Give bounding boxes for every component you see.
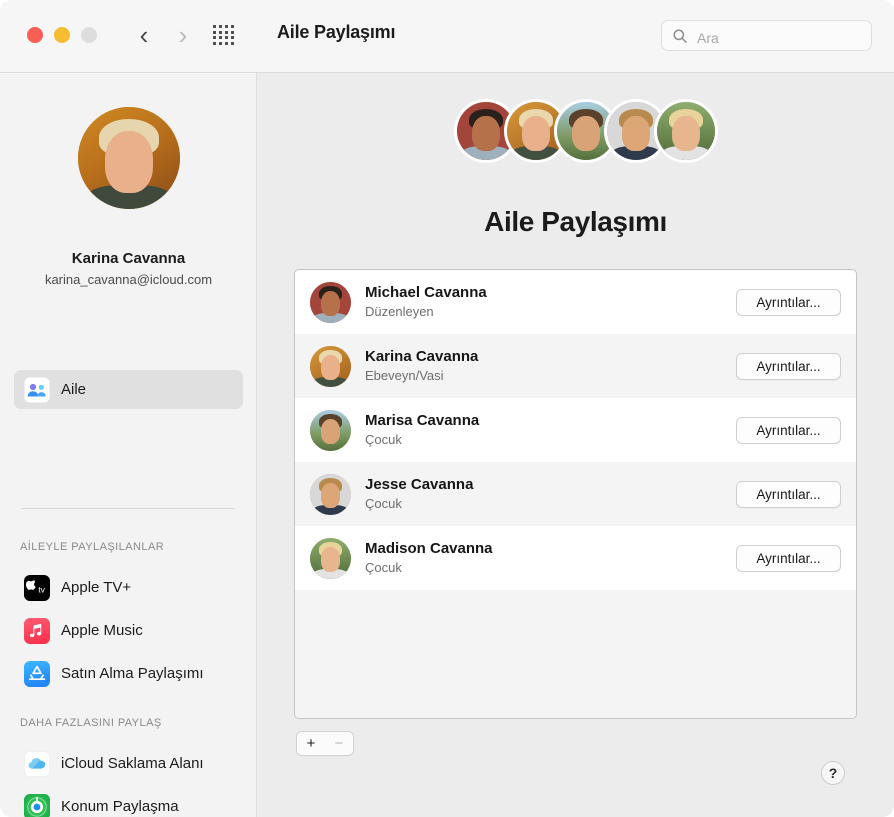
cluster-avatar-madison xyxy=(654,99,718,163)
member-role: Çocuk xyxy=(365,559,736,577)
account-email: karina_cavanna@icloud.com xyxy=(0,272,257,287)
window-titlebar: ‹ › Aile Paylaşımı xyxy=(0,0,894,73)
main-title: Aile Paylaşımı xyxy=(257,206,894,238)
member-name: Jesse Cavanna xyxy=(365,475,736,494)
member-role: Ebeveyn/Vasi xyxy=(365,367,736,385)
sidebar-item-label: Konum Paylaşma xyxy=(61,798,179,815)
table-row[interactable]: Jesse Cavanna Çocuk Ayrıntılar... xyxy=(295,462,856,526)
avatar xyxy=(310,474,351,515)
member-role: Düzenleyen xyxy=(365,303,736,321)
sidebar-item-aile[interactable]: Aile xyxy=(14,370,243,409)
search-field[interactable] xyxy=(661,20,872,51)
minimize-window-button[interactable] xyxy=(54,27,70,43)
details-button[interactable]: Ayrıntılar... xyxy=(736,545,841,572)
member-name: Marisa Cavanna xyxy=(365,411,736,430)
sidebar-item-label: Aile xyxy=(61,381,86,398)
table-row[interactable]: Michael Cavanna Düzenleyen Ayrıntılar... xyxy=(295,270,856,334)
sidebar-item-label: Satın Alma Paylaşımı xyxy=(61,665,204,682)
family-member-list: Michael Cavanna Düzenleyen Ayrıntılar...… xyxy=(294,269,857,719)
table-row[interactable]: Madison Cavanna Çocuk Ayrıntılar... xyxy=(295,526,856,590)
list-empty-area xyxy=(295,590,856,719)
sidebar-section-header-more: DAHA FAZLASINI PAYLAŞ xyxy=(20,717,162,729)
find-my-icon xyxy=(24,794,50,817)
sidebar-item-icloud-storage[interactable]: iCloud Saklama Alanı xyxy=(14,744,243,783)
family-sharing-window: ‹ › Aile Paylaşımı Karina C xyxy=(0,0,894,817)
sidebar-item-apple-music[interactable]: Apple Music xyxy=(14,611,243,650)
forward-chevron-icon[interactable]: › xyxy=(169,20,197,50)
details-button[interactable]: Ayrıntılar... xyxy=(736,481,841,508)
family-icon xyxy=(24,377,50,403)
apple-tv-icon: tv xyxy=(24,575,50,601)
avatar xyxy=(310,410,351,451)
add-member-button[interactable]: + xyxy=(297,732,325,755)
table-row[interactable]: Karina Cavanna Ebeveyn/Vasi Ayrıntılar..… xyxy=(295,334,856,398)
member-name: Michael Cavanna xyxy=(365,283,736,302)
page-title: Aile Paylaşımı xyxy=(277,22,395,43)
table-row[interactable]: Marisa Cavanna Çocuk Ayrıntılar... xyxy=(295,398,856,462)
details-button[interactable]: Ayrıntılar... xyxy=(736,353,841,380)
member-name: Madison Cavanna xyxy=(365,539,736,558)
main-content: Aile Paylaşımı Michael Cavanna Düzenleye… xyxy=(257,73,894,817)
zoom-window-button[interactable] xyxy=(81,27,97,43)
sidebar-item-label: Apple Music xyxy=(61,622,143,639)
account-name: Karina Cavanna xyxy=(0,250,257,267)
member-role: Çocuk xyxy=(365,431,736,449)
sidebar-item-label: iCloud Saklama Alanı xyxy=(61,755,204,772)
sidebar-item-purchase-sharing[interactable]: Satın Alma Paylaşımı xyxy=(14,654,243,693)
family-avatar-cluster xyxy=(454,99,718,171)
grid-icon[interactable] xyxy=(213,25,235,45)
details-button[interactable]: Ayrıntılar... xyxy=(736,289,841,316)
close-window-button[interactable] xyxy=(27,27,43,43)
sidebar-item-apple-tv[interactable]: tv Apple TV+ xyxy=(14,568,243,607)
add-remove-segmented-control: + − xyxy=(296,731,354,756)
sidebar: Karina Cavanna karina_cavanna@icloud.com… xyxy=(0,73,257,817)
sidebar-item-location-sharing[interactable]: Konum Paylaşma xyxy=(14,787,243,817)
sidebar-section-header-shared: AİLEYLE PAYLAŞILANLAR xyxy=(20,541,164,553)
avatar xyxy=(78,107,180,209)
avatar xyxy=(310,346,351,387)
svg-text:tv: tv xyxy=(38,584,45,594)
member-role: Çocuk xyxy=(365,495,736,513)
avatar xyxy=(310,538,351,579)
details-button[interactable]: Ayrıntılar... xyxy=(736,417,841,444)
icloud-icon xyxy=(24,751,50,777)
remove-member-button[interactable]: − xyxy=(325,732,353,755)
apple-music-icon xyxy=(24,618,50,644)
sidebar-divider xyxy=(22,508,235,509)
app-store-icon xyxy=(24,661,50,687)
member-name: Karina Cavanna xyxy=(365,347,736,366)
search-input[interactable] xyxy=(695,27,867,48)
sidebar-item-label: Apple TV+ xyxy=(61,579,131,596)
avatar xyxy=(310,282,351,323)
help-button[interactable]: ? xyxy=(821,761,845,785)
back-chevron-icon[interactable]: ‹ xyxy=(130,20,158,50)
search-icon xyxy=(672,28,688,44)
